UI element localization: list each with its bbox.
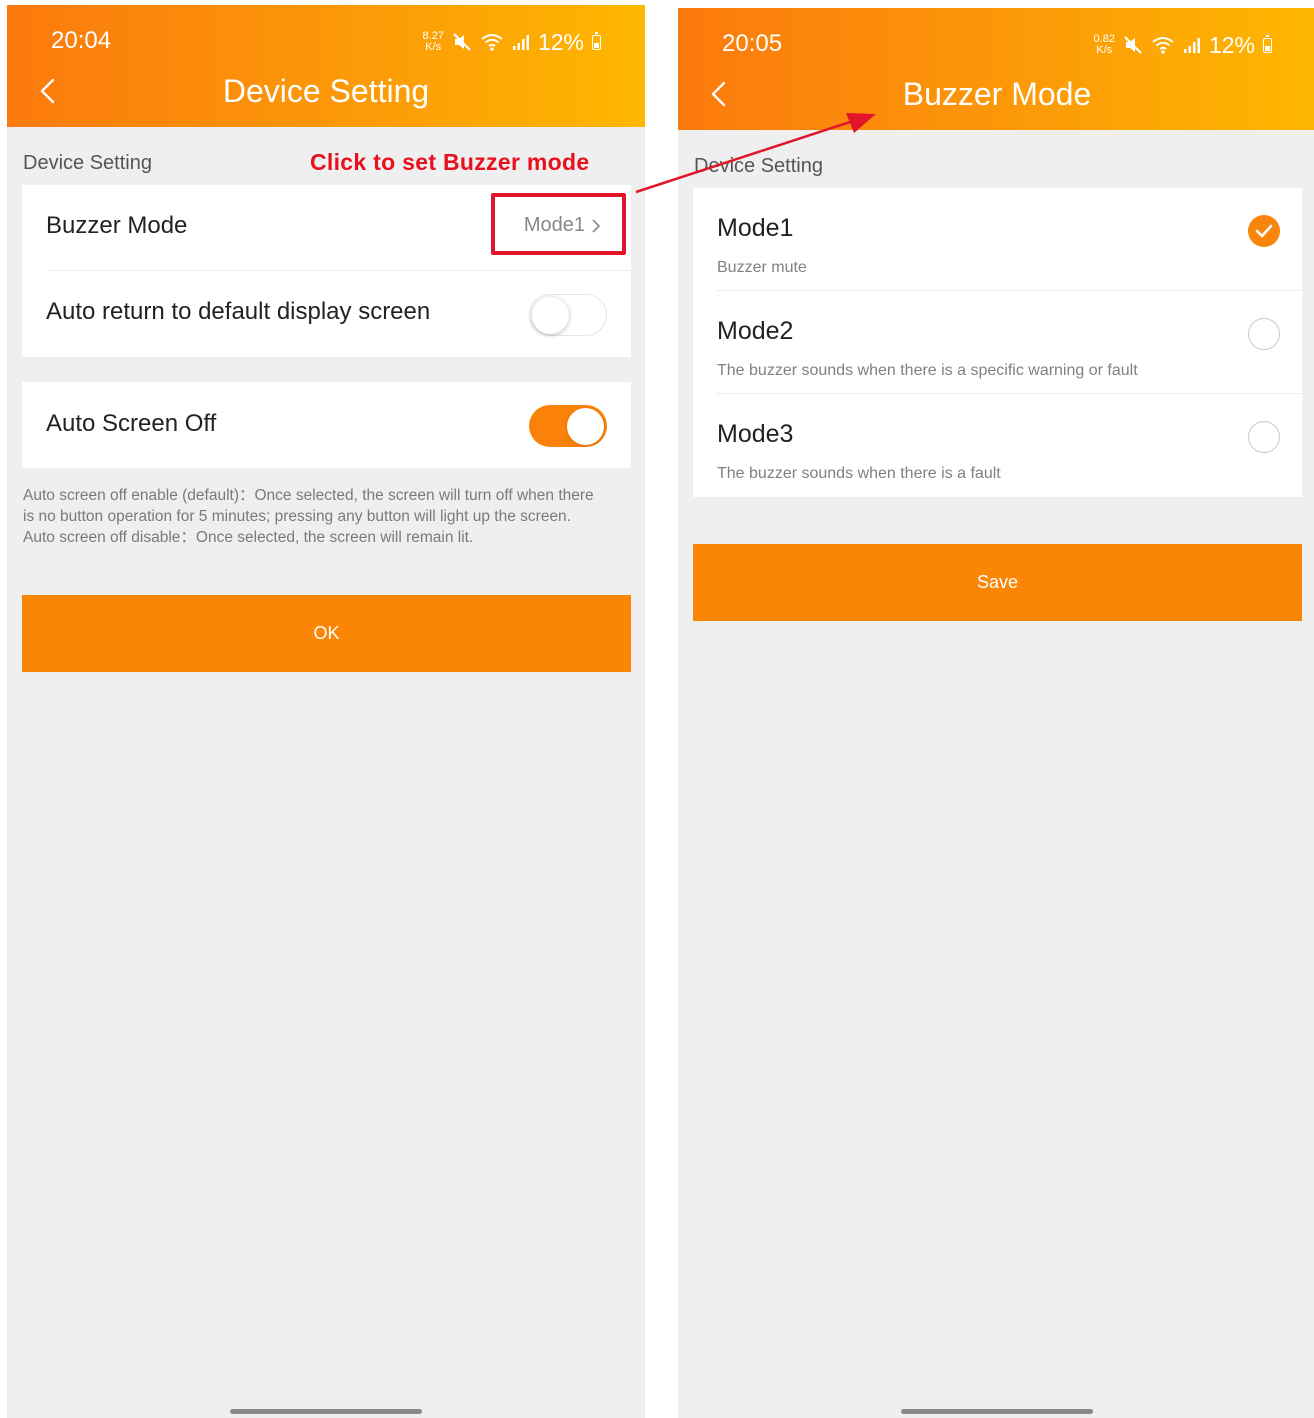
note-line: Auto screen off enable (default)：Once se… bbox=[23, 487, 594, 504]
status-icons: 8.27 K/s 12% bbox=[423, 27, 601, 57]
mode-title: Mode3 bbox=[717, 420, 794, 448]
mode-title: Mode1 bbox=[717, 214, 794, 242]
auto-screen-off-label: Auto Screen Off bbox=[46, 410, 217, 437]
network-speed-unit: K/s bbox=[1096, 44, 1113, 56]
battery-percent: 12% bbox=[537, 28, 584, 55]
mode-description: Buzzer mute bbox=[717, 259, 807, 276]
auto-screen-off-row: Auto Screen Off bbox=[22, 382, 631, 468]
buzzer-mode-screen: 20:05 0.82 K/s 12% Buzzer Mode Device Se… bbox=[678, 8, 1314, 1418]
screen-off-note: Auto screen off enable (default)：Once se… bbox=[23, 485, 629, 548]
mode-radio-selected[interactable] bbox=[1248, 215, 1280, 247]
highlight-box bbox=[491, 193, 626, 255]
auto-screen-off-toggle[interactable] bbox=[529, 405, 607, 447]
network-speed-unit: K/s bbox=[425, 41, 442, 53]
auto-return-label: Auto return to default display screen bbox=[46, 298, 431, 325]
mode-description: The buzzer sounds when there is a fault bbox=[717, 465, 1001, 482]
app-header: 20:04 8.27 K/s 12% Device Setting bbox=[7, 5, 645, 127]
status-time: 20:05 bbox=[722, 30, 783, 57]
mute-icon bbox=[1124, 36, 1142, 54]
wifi-icon bbox=[1152, 37, 1174, 54]
mode-radio[interactable] bbox=[1248, 421, 1280, 453]
app-header: 20:05 0.82 K/s 12% Buzzer Mode bbox=[678, 8, 1314, 130]
save-button[interactable]: Save bbox=[693, 544, 1302, 621]
mode-description: The buzzer sounds when there is a specif… bbox=[717, 362, 1138, 379]
mute-icon bbox=[453, 33, 471, 51]
page-title: Device Setting bbox=[222, 73, 430, 109]
note-line: is no button operation for 5 minutes; pr… bbox=[23, 508, 571, 525]
annotation-text: Click to set Buzzer mode bbox=[310, 149, 590, 175]
toggle-knob bbox=[567, 407, 604, 445]
network-speed: 8.27 K/s bbox=[423, 31, 444, 53]
section-label: Device Setting bbox=[23, 152, 152, 174]
home-indicator[interactable] bbox=[901, 1409, 1093, 1414]
mode-option-3[interactable]: Mode3 The buzzer sounds when there is a … bbox=[693, 394, 1302, 497]
status-icons: 0.82 K/s 12% bbox=[1094, 30, 1272, 60]
battery-icon bbox=[592, 31, 601, 50]
note-line: Auto screen off disable：Once selected, t… bbox=[23, 529, 474, 546]
signal-icon bbox=[1183, 38, 1200, 53]
auto-return-row: Auto return to default display screen bbox=[22, 271, 631, 357]
auto-return-toggle[interactable] bbox=[529, 294, 607, 336]
page-title: Buzzer Mode bbox=[902, 76, 1092, 112]
wifi-icon bbox=[481, 34, 503, 51]
battery-percent: 12% bbox=[1208, 31, 1255, 58]
toggle-knob bbox=[532, 297, 569, 334]
section-label: Device Setting bbox=[694, 155, 823, 177]
buzzer-mode-label: Buzzer Mode bbox=[46, 212, 188, 239]
signal-icon bbox=[512, 35, 529, 50]
battery-icon bbox=[1263, 34, 1272, 53]
home-indicator[interactable] bbox=[230, 1409, 422, 1414]
mode-option-2[interactable]: Mode2 The buzzer sounds when there is a … bbox=[693, 291, 1302, 394]
mode-title: Mode2 bbox=[717, 317, 794, 345]
mode-list: Mode1 Buzzer mute Mode2 The buzzer sound… bbox=[693, 188, 1302, 497]
network-speed: 0.82 K/s bbox=[1094, 34, 1115, 56]
mode-option-1[interactable]: Mode1 Buzzer mute bbox=[693, 188, 1302, 291]
mode-radio[interactable] bbox=[1248, 318, 1280, 350]
status-time: 20:04 bbox=[51, 27, 112, 54]
screen-off-card: Auto Screen Off bbox=[22, 382, 631, 468]
ok-button[interactable]: OK bbox=[22, 595, 631, 672]
checkmark-icon bbox=[1255, 224, 1273, 238]
